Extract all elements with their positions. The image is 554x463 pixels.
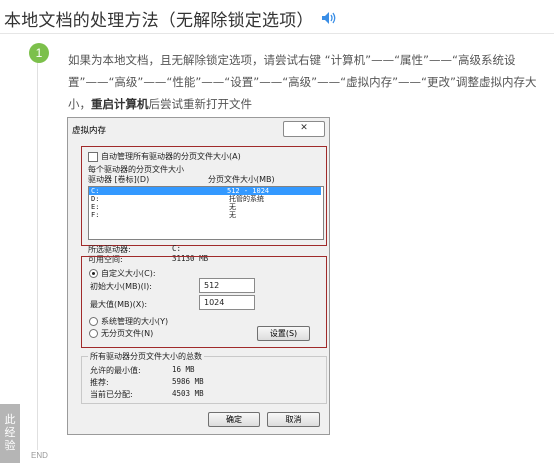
step-text-tail: 后尝试重新打开文件 [148,97,253,111]
drive-letter: D: [91,195,100,203]
side-tab-char: 经 [4,426,16,439]
step-text-bold: 重启计算机 [91,97,149,111]
no-paging-radio[interactable] [89,329,98,338]
ok-button[interactable]: 确定 [208,412,260,427]
drive-paging-size: 托管的系统 [229,195,264,203]
article-title-row: 本地文档的处理方法（无解除锁定选项） [4,6,338,31]
auto-manage-checkbox[interactable] [88,152,98,162]
max-size-label: 最大值(MB)(X): [90,300,148,309]
title-divider [0,33,554,34]
selected-drive-value: C: [172,244,182,253]
drive-list[interactable]: C: 512 - 1024 D: 托管的系统 E: 无 F: 无 [88,186,324,240]
max-size-input[interactable]: 1024 [199,295,255,310]
dialog-title: 虚拟内存 [72,126,107,136]
system-managed-label: 系统管理的大小(Y) [101,317,169,326]
drive-row[interactable]: C: 512 - 1024 [89,187,321,195]
min-allowed-label: 允许的最小值: [90,366,141,375]
current-allocated-value: 4503 MB [172,389,204,398]
set-button[interactable]: 设置(S) [257,326,310,341]
drive-letter: F: [91,211,100,219]
drive-paging-size: 无 [229,203,236,211]
side-tab-char: 验 [4,439,16,452]
min-allowed-value: 16 MB [172,365,195,374]
drive-row[interactable]: D: 托管的系统 [89,195,321,203]
side-tab-char: 此 [4,413,16,426]
side-feedback-tab[interactable]: 此 经 验 [0,404,20,463]
drive-paging-size: 512 - 1024 [227,187,270,195]
col-paging-header: 分页文件大小(MB) [208,175,275,184]
custom-size-radio[interactable] [89,269,98,278]
current-allocated-label: 当前已分配: [90,390,133,399]
drive-paging-size: 无 [229,211,236,219]
step-text: 如果为本地文档，且无解除锁定选项，请尝试右键 “计算机”——“属性”——“高级系… [68,49,546,115]
virtual-memory-dialog: 虚拟内存 ✕ 自动管理所有驱动器的分页文件大小(A) 每个驱动器的分页文件大小 … [67,117,330,435]
speaker-icon[interactable] [320,9,338,27]
system-managed-radio[interactable] [89,317,98,326]
step-number-badge: 1 [29,43,49,63]
recommended-value: 5986 MB [172,377,204,386]
drive-letter: E: [91,203,100,211]
close-icon[interactable]: ✕ [283,121,325,137]
drive-letter: C: [91,187,100,195]
recommended-label: 推荐: [90,378,109,387]
custom-size-label: 自定义大小(C): [101,269,156,278]
end-label: END [31,451,48,460]
col-drive-header: 驱动器 [卷标](D) [88,175,150,184]
drive-row[interactable]: E: 无 [89,203,321,211]
initial-size-label: 初始大小(MB)(I): [90,282,152,291]
article-title: 本地文档的处理方法（无解除锁定选项） [4,10,314,31]
auto-manage-label: 自动管理所有驱动器的分页文件大小(A) [101,152,241,161]
totals-heading: 所有驱动器分页文件大小的总数 [88,351,204,362]
no-paging-label: 无分页文件(N) [101,329,154,338]
step-timeline-line [37,58,38,450]
cancel-button[interactable]: 取消 [267,412,320,427]
drive-row[interactable]: F: 无 [89,211,321,219]
initial-size-input[interactable]: 512 [199,278,255,293]
